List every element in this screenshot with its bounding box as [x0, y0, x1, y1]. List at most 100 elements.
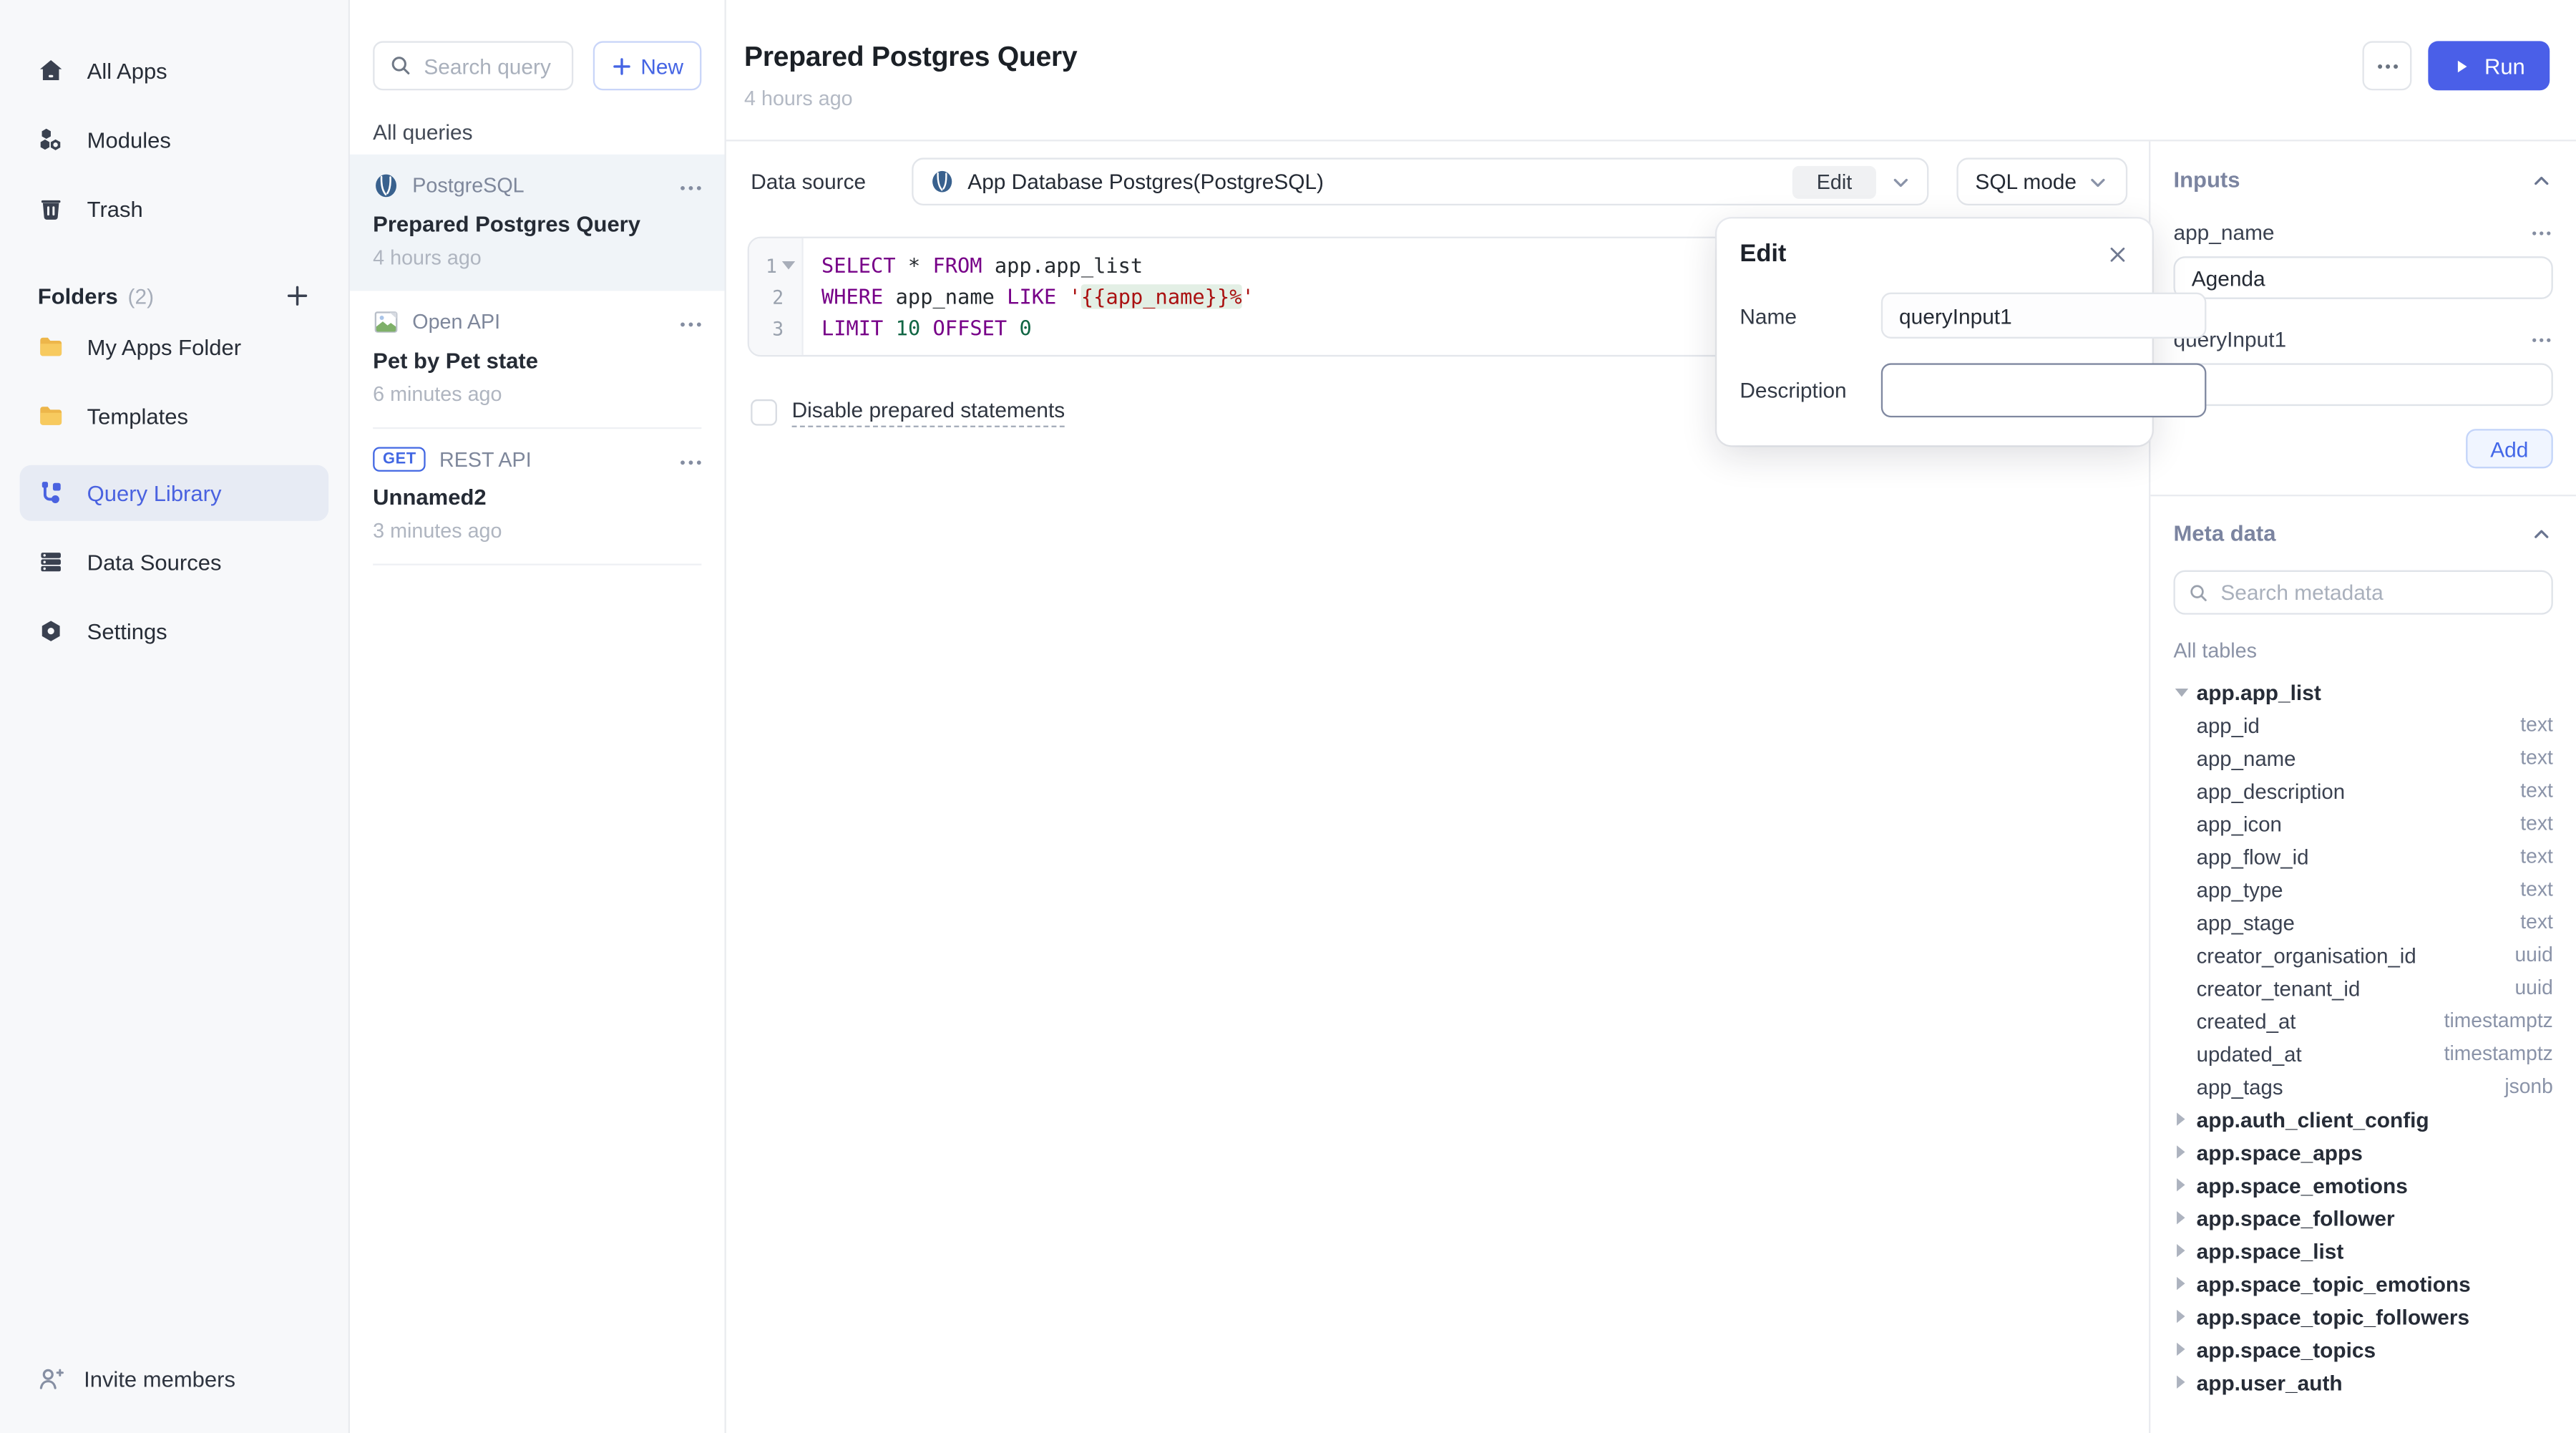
line-number: 2 [772, 285, 784, 308]
folder-icon [38, 402, 64, 429]
metadata-section-title: Meta data [2173, 521, 2275, 545]
table-row-collapsed[interactable]: app.space_topic_emotions [2173, 1267, 2552, 1300]
inputs-section-title: Inputs [2173, 167, 2240, 192]
kebab-icon [678, 176, 703, 200]
query-search-box [373, 41, 573, 90]
close-popup-button[interactable] [2106, 243, 2129, 266]
sidebar-item-settings[interactable]: Settings [20, 603, 329, 659]
query-library-icon [38, 480, 64, 506]
kebab-icon[interactable] [2530, 221, 2553, 244]
query-type-label: REST API [439, 448, 532, 471]
new-query-button[interactable]: New [593, 41, 702, 90]
column-row: creator_organisation_iduuid [2173, 938, 2552, 971]
postgresql-icon [930, 169, 954, 193]
sidebar-spacer [20, 659, 329, 1351]
query-list-item[interactable]: PostgreSQL Prepared Postgres Query 4 hou… [350, 155, 724, 291]
table-row-collapsed[interactable]: app.space_apps [2173, 1135, 2552, 1168]
collapse-metadata-chevron-up-icon[interactable] [2530, 522, 2553, 545]
sidebar-item-label: Trash [87, 196, 143, 220]
table-row-collapsed[interactable]: app.auth_client_config [2173, 1103, 2552, 1136]
query-time: 6 minutes ago [373, 383, 701, 406]
column-row: app_nametext [2173, 741, 2552, 774]
datasource-select[interactable]: App Database Postgres(PostgreSQL) Edit [912, 157, 1929, 205]
play-icon [2453, 57, 2471, 74]
plus-icon [284, 283, 311, 309]
disable-prepared-statements-checkbox[interactable] [751, 399, 777, 426]
query-list-item[interactable]: GET REST API Unnamed2 3 minutes ago [350, 429, 724, 563]
folder-label: Templates [87, 404, 188, 428]
image-placeholder-icon [373, 309, 399, 336]
query-name: Prepared Postgres Query [373, 212, 701, 236]
fold-caret-icon[interactable] [782, 261, 795, 269]
chevron-down-icon [2087, 170, 2109, 193]
table-row-collapsed[interactable]: app.space_topic_followers [2173, 1300, 2552, 1333]
sidebar-item-label: Data Sources [87, 550, 222, 574]
query-list-panel: New All queries PostgreSQL Prepared Post… [350, 0, 726, 1433]
table-row-collapsed[interactable]: app.space_topics [2173, 1333, 2552, 1366]
caret-right-icon [2177, 1112, 2185, 1125]
query-list-item[interactable]: Open API Pet by Pet state 6 minutes ago [350, 291, 724, 427]
sidebar-folder-my-apps[interactable]: My Apps Folder [20, 319, 329, 374]
input-value-field[interactable] [2173, 256, 2552, 299]
caret-down-icon [2175, 688, 2187, 696]
sidebar-item-label: Query Library [87, 481, 222, 505]
add-folder-button[interactable] [284, 283, 311, 309]
invite-members-button[interactable]: Invite members [20, 1351, 329, 1407]
query-menu-button[interactable] [678, 450, 703, 475]
query-time: 3 minutes ago [373, 520, 701, 543]
more-options-button[interactable] [2363, 41, 2412, 90]
add-input-button[interactable]: Add [2466, 429, 2553, 468]
run-button[interactable]: Run [2429, 41, 2550, 90]
column-row: app_stagetext [2173, 905, 2552, 938]
sidebar-item-all-apps[interactable]: All Apps [20, 43, 329, 99]
folder-icon [38, 334, 64, 360]
close-icon [2106, 243, 2129, 266]
caret-right-icon [2177, 1211, 2185, 1224]
kebab-icon[interactable] [2530, 328, 2553, 351]
query-menu-button[interactable] [678, 176, 703, 200]
app-sidebar: All Apps Modules Trash Folders (2) My Ap… [0, 0, 350, 1433]
sidebar-folder-templates[interactable]: Templates [20, 388, 329, 444]
sql-mode-select[interactable]: SQL mode [1957, 157, 2127, 205]
caret-right-icon [2177, 1310, 2185, 1323]
plus-icon [611, 55, 633, 77]
folder-label: My Apps Folder [87, 334, 241, 359]
metadata-search-box [2173, 570, 2552, 615]
sidebar-item-data-sources[interactable]: Data Sources [20, 534, 329, 590]
sidebar-item-query-library[interactable]: Query Library [20, 465, 329, 521]
folders-header: Folders (2) [38, 283, 311, 309]
divider [373, 563, 701, 565]
column-row: updated_attimestamptz [2173, 1037, 2552, 1070]
description-input[interactable] [1881, 363, 2207, 417]
column-row: app_typetext [2173, 873, 2552, 905]
table-row-collapsed[interactable]: app.space_emotions [2173, 1168, 2552, 1201]
right-panel: Inputs app_name queryInput1 Add [2149, 141, 2576, 1433]
invite-user-icon [38, 1366, 64, 1392]
input-value-field[interactable] [2173, 363, 2552, 406]
collapse-inputs-chevron-up-icon[interactable] [2530, 168, 2553, 191]
query-time: 4 hours ago [373, 246, 701, 269]
name-input[interactable] [1881, 293, 2207, 339]
sidebar-item-modules[interactable]: Modules [20, 112, 329, 167]
metadata-search-input[interactable] [2220, 580, 2538, 604]
sidebar-item-trash[interactable]: Trash [20, 181, 329, 237]
query-name: Unnamed2 [373, 485, 701, 509]
table-row-collapsed[interactable]: app.user_auth [2173, 1366, 2552, 1399]
column-row: app_icontext [2173, 807, 2552, 840]
table-row-collapsed[interactable]: app.space_list [2173, 1234, 2552, 1267]
column-row: app_flow_idtext [2173, 840, 2552, 873]
table-row-expanded[interactable]: app.app_list [2173, 676, 2552, 709]
caret-right-icon [2177, 1178, 2185, 1191]
table-row-collapsed[interactable]: app.space_follower [2173, 1201, 2552, 1234]
caret-right-icon [2177, 1376, 2185, 1389]
all-tables-label: All tables [2173, 639, 2552, 662]
datasource-value: App Database Postgres(PostgreSQL) [967, 169, 1779, 193]
sidebar-item-label: All Apps [87, 59, 167, 83]
caret-right-icon [2177, 1343, 2185, 1356]
edit-datasource-button[interactable]: Edit [1792, 165, 1876, 198]
query-search-input[interactable] [424, 54, 557, 78]
query-menu-button[interactable] [678, 312, 703, 336]
edit-variable-popup: Edit Name Description [1717, 218, 2152, 445]
query-type-label: Open API [412, 311, 500, 334]
invite-members-label: Invite members [84, 1366, 235, 1391]
